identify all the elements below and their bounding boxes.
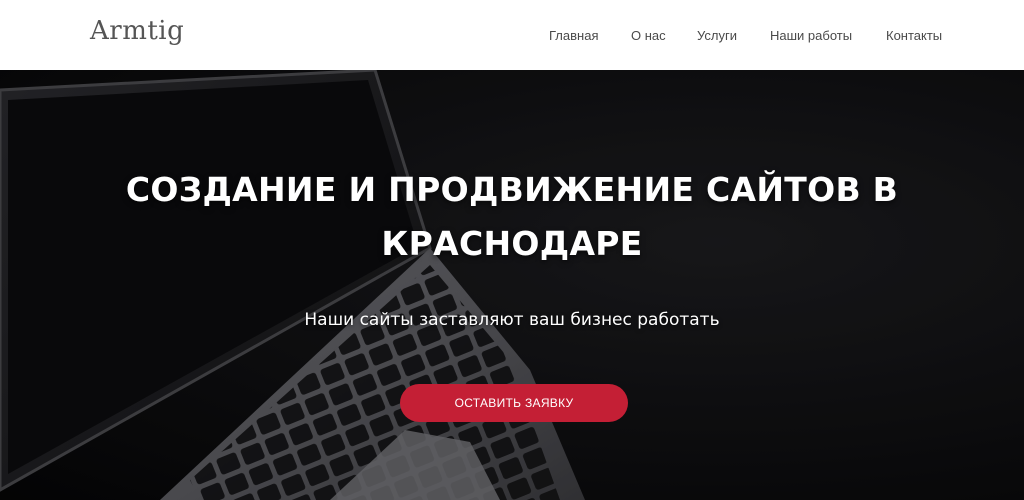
hero-title: СОЗДАНИЕ И ПРОДВИЖЕНИЕ САЙТОВ В КРАСНОДА… bbox=[112, 163, 912, 271]
submit-request-button[interactable]: ОСТАВИТЬ ЗАЯВКУ bbox=[400, 384, 628, 422]
nav-item-services[interactable]: Услуги bbox=[697, 28, 737, 43]
nav-item-home[interactable]: Главная bbox=[549, 28, 598, 43]
hero-title-line-2: КРАСНОДАРЕ bbox=[381, 224, 643, 263]
main-nav: Главная О нас Услуги Наши работы Контакт… bbox=[0, 28, 1024, 44]
hero-title-line-1: СОЗДАНИЕ И ПРОДВИЖЕНИЕ САЙТОВ В bbox=[125, 170, 899, 209]
nav-item-about[interactable]: О нас bbox=[631, 28, 666, 43]
nav-item-portfolio[interactable]: Наши работы bbox=[770, 28, 852, 43]
hero-overlay bbox=[0, 70, 1024, 500]
hero-subtitle: Наши сайты заставляют ваш бизнес работат… bbox=[304, 310, 720, 330]
site-header: Armtig Главная О нас Услуги Наши работы … bbox=[0, 0, 1024, 70]
hero-section: СОЗДАНИЕ И ПРОДВИЖЕНИЕ САЙТОВ В КРАСНОДА… bbox=[0, 70, 1024, 500]
nav-item-contacts[interactable]: Контакты bbox=[886, 28, 942, 43]
